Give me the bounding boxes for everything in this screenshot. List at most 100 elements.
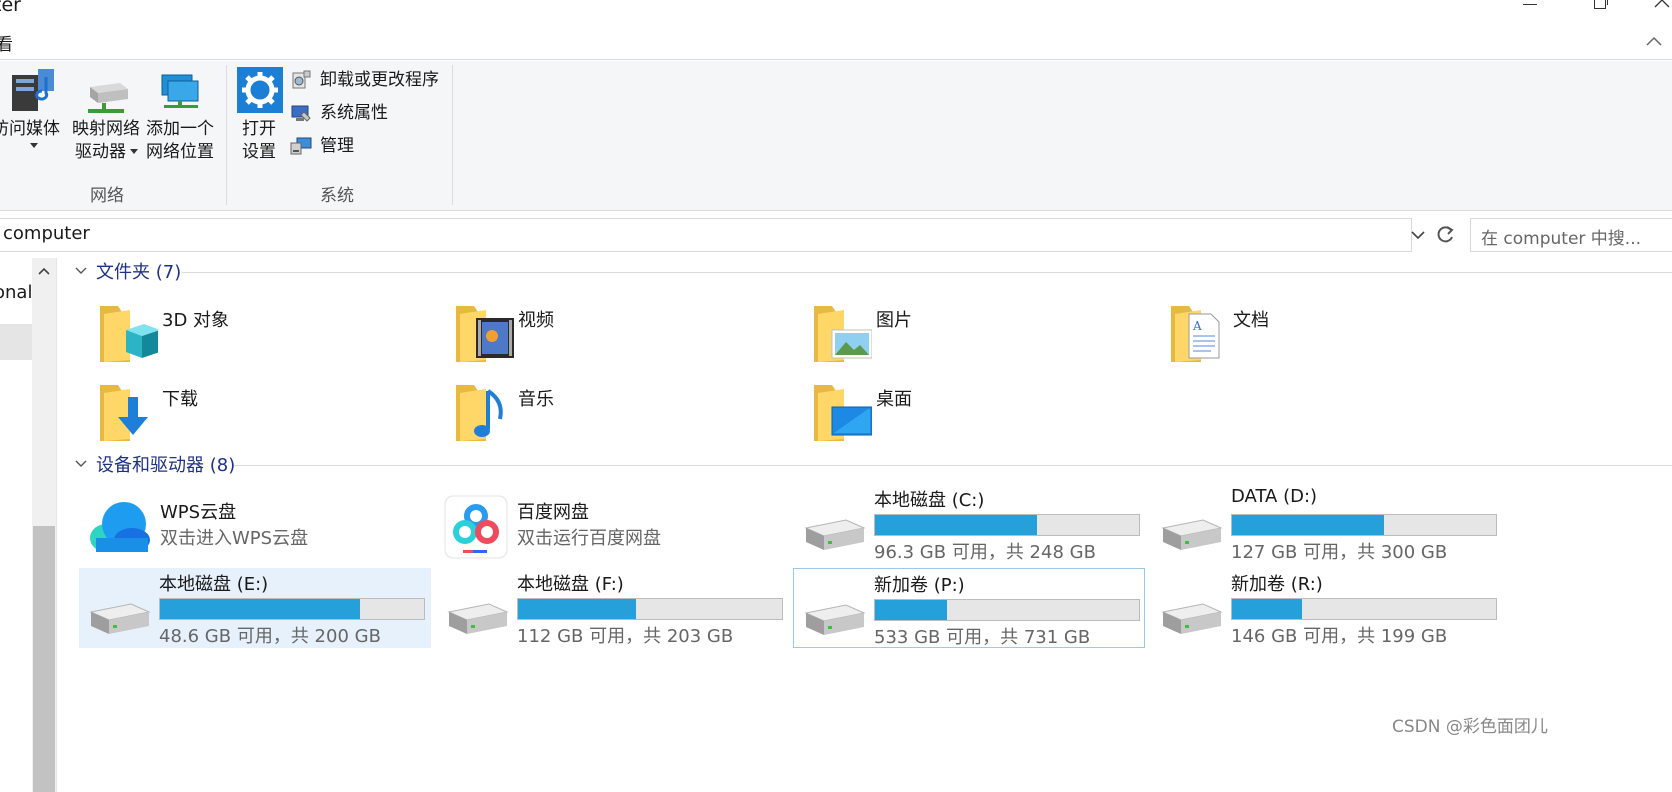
drive-free-space: 96.3 GB 可用，共 248 GB [874, 542, 1096, 563]
nav-scrollbar[interactable] [32, 258, 56, 792]
map-network-drive-button[interactable]: 映射网络 驱动器 [72, 65, 142, 165]
folder-documents[interactable]: A 文档 [1153, 296, 1493, 372]
section-divider [234, 465, 1672, 466]
folder-desktop[interactable]: 桌面 [796, 375, 1136, 451]
drive-name: 本地磁盘 (C:) [874, 490, 985, 511]
manage-button[interactable]: 管理 [290, 131, 354, 161]
drive-usage-fill [518, 599, 637, 619]
access-media-label: 访问媒体 [0, 119, 60, 139]
group-label-system: 系统 [320, 186, 354, 206]
close-button[interactable] [1642, 0, 1672, 18]
search-input[interactable]: 在 computer 中搜... [1470, 218, 1672, 252]
chevron-down-icon [75, 267, 87, 274]
hard-drive-icon [1161, 603, 1223, 634]
pane-divider [56, 258, 57, 792]
drive-usage-bar [1231, 598, 1497, 620]
folder-3d-objects[interactable]: 3D 对象 [82, 296, 422, 372]
cloud-name: WPS云盘 [160, 502, 237, 523]
group-separator [226, 65, 227, 205]
drive-name: DATA (D:) [1231, 486, 1318, 507]
scrollbar-thumb[interactable] [33, 526, 55, 792]
section-divider [182, 272, 1672, 273]
network-location-icon [161, 74, 199, 108]
group-label-network: 网络 [90, 186, 124, 206]
uninstall-label: 卸载或更改程序 [320, 70, 439, 90]
videos-folder-icon [456, 306, 514, 362]
manage-label: 管理 [320, 136, 354, 156]
drive-item-e[interactable]: 本地磁盘 (E:) 48.6 GB 可用，共 200 GB [79, 568, 431, 648]
desktop-folder-icon [814, 385, 872, 441]
system-properties-button[interactable]: 系统属性 [291, 98, 388, 128]
folder-label: 视频 [518, 310, 554, 331]
dropdown-arrow-icon [130, 149, 138, 154]
baidu-netdisk-item[interactable]: 百度网盘 双击运行百度网盘 [437, 488, 789, 568]
access-media-button[interactable]: 访问媒体 [0, 65, 68, 161]
drive-item-c[interactable]: 本地磁盘 (C:) 96.3 GB 可用，共 248 GB [794, 484, 1146, 564]
open-settings-label-2: 设置 [242, 142, 276, 162]
refresh-icon[interactable] [1433, 222, 1457, 248]
folder-downloads[interactable]: 下载 [82, 375, 422, 451]
drive-usage-fill [875, 515, 1037, 535]
drive-item-r[interactable]: 新加卷 (R:) 146 GB 可用，共 199 GB [1151, 568, 1503, 648]
system-properties-icon [291, 105, 311, 122]
drive-usage-bar [1231, 514, 1497, 536]
drive-free-space: 146 GB 可用，共 199 GB [1231, 626, 1448, 647]
cloud-description: 双击运行百度网盘 [517, 528, 661, 549]
navigation-pane: onal [0, 258, 58, 792]
downloads-folder-icon [100, 385, 148, 441]
section-header-devices[interactable]: 设备和驱动器 (8) [72, 451, 1672, 479]
window-title: ter [0, 0, 21, 16]
nav-item-label[interactable]: onal [0, 282, 32, 303]
hard-drive-icon [89, 603, 151, 634]
hard-drive-icon [804, 604, 866, 635]
add-location-label-2: 网络位置 [146, 142, 214, 162]
folder-videos[interactable]: 视频 [438, 296, 778, 372]
add-location-label-1: 添加一个 [146, 119, 214, 139]
drive-usage-bar [159, 598, 425, 620]
drive-item-p[interactable]: 新加卷 (P:) 533 GB 可用，共 731 GB [793, 568, 1145, 648]
folder-pictures[interactable]: 图片 [796, 296, 1136, 372]
drive-usage-bar [874, 599, 1140, 621]
folder-music[interactable]: 音乐 [438, 375, 778, 451]
wps-cloud-item[interactable]: WPS云盘 双击进入WPS云盘 [80, 488, 432, 568]
uninstall-icon [292, 70, 311, 89]
section-header-folders[interactable]: 文件夹 (7) [72, 258, 1672, 286]
drive-free-space: 48.6 GB 可用，共 200 GB [159, 626, 381, 647]
chevron-down-icon [75, 460, 87, 467]
folder-label: 3D 对象 [162, 310, 230, 331]
drive-item-f[interactable]: 本地磁盘 (F:) 112 GB 可用，共 203 GB [437, 568, 789, 648]
chevron-down-icon[interactable] [1408, 225, 1428, 245]
pictures-folder-icon [814, 306, 872, 362]
hard-drive-icon [1161, 519, 1223, 550]
computer-management-icon [290, 137, 312, 155]
uninstall-program-button[interactable]: 卸载或更改程序 [292, 65, 439, 95]
tab-view[interactable]: 看 [0, 30, 13, 55]
search-placeholder: 在 computer 中搜... [1481, 229, 1642, 249]
minimize-button[interactable] [1510, 0, 1550, 18]
scroll-up-icon[interactable] [36, 264, 52, 278]
group-separator [452, 65, 453, 205]
drive-name: 本地磁盘 (F:) [517, 574, 624, 595]
address-bar[interactable]: computer [0, 218, 1412, 252]
add-network-location-button[interactable]: 添加一个 网络位置 [146, 65, 216, 165]
media-server-icon [12, 69, 54, 111]
nav-item-selected[interactable] [0, 324, 32, 360]
drive-usage-fill [160, 599, 360, 619]
folder-label: 文档 [1233, 310, 1269, 331]
drive-item-d[interactable]: DATA (D:) 127 GB 可用，共 300 GB [1151, 484, 1503, 564]
restore-button[interactable] [1578, 0, 1618, 18]
menu-bar: 看 [0, 26, 1672, 60]
watermark-text: CSDN @彩色面团儿 [1392, 717, 1548, 737]
section-title: 文件夹 (7) [96, 262, 182, 283]
open-settings-button[interactable]: 打开 设置 [236, 65, 284, 165]
drive-name: 新加卷 (R:) [1231, 574, 1323, 595]
drive-free-space: 533 GB 可用，共 731 GB [874, 627, 1091, 648]
cloud-description: 双击进入WPS云盘 [160, 528, 309, 549]
drive-usage-bar [874, 514, 1140, 536]
chevron-up-icon[interactable] [1645, 34, 1663, 48]
folder-label: 图片 [876, 310, 912, 331]
drive-usage-fill [1232, 599, 1303, 619]
drive-free-space: 112 GB 可用，共 203 GB [517, 626, 734, 647]
title-bar: ter [0, 0, 1672, 24]
system-properties-label: 系统属性 [320, 103, 388, 123]
